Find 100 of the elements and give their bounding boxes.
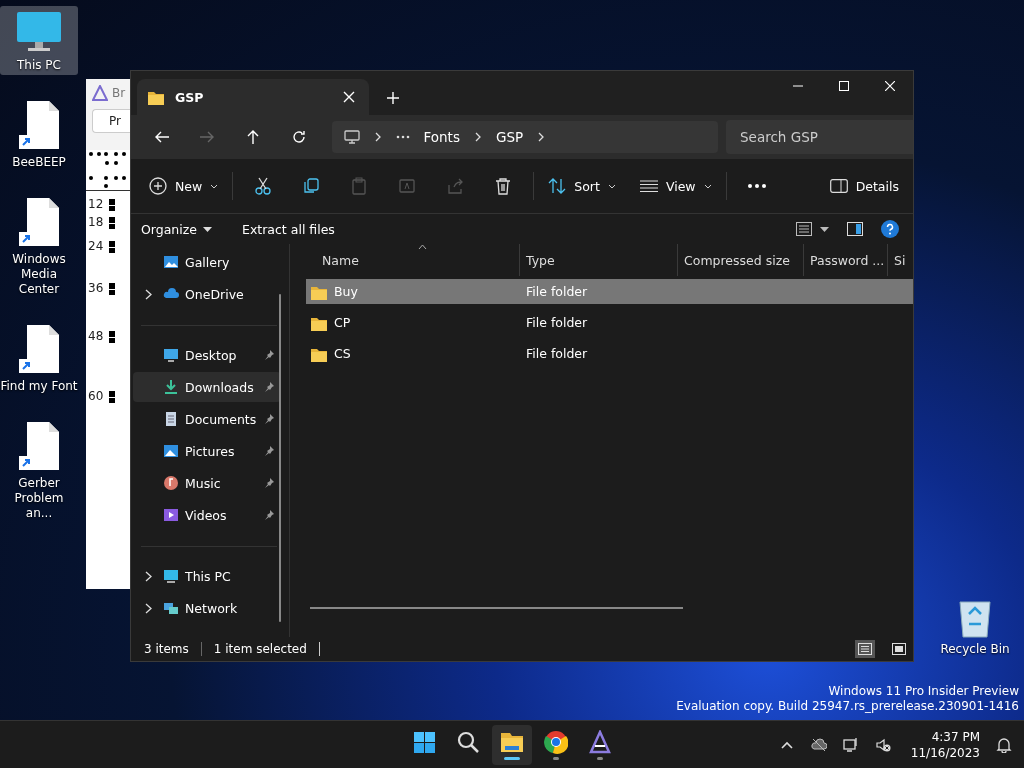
sidebar-item[interactable]: Gallery	[133, 247, 281, 277]
details-pane-icon	[829, 179, 848, 193]
print-button[interactable]: Pr	[92, 109, 130, 133]
plus-circle-icon	[149, 177, 167, 195]
file-type: File folder	[525, 315, 589, 330]
command-button[interactable]: Organize	[141, 221, 212, 237]
details-button[interactable]: Details	[825, 168, 903, 204]
details-layout-button[interactable]	[855, 640, 875, 658]
sidebar-item[interactable]: Documents	[133, 404, 281, 434]
clock-time: 4:37 PM	[931, 728, 980, 745]
monitor-icon	[842, 736, 859, 753]
sidebar-item[interactable]: Videos	[133, 500, 281, 530]
list-view-icon	[858, 643, 872, 655]
share-icon	[446, 177, 465, 195]
taskbar-app-button[interactable]	[492, 724, 532, 765]
new-button[interactable]: New	[141, 168, 227, 204]
search-field[interactable]: Search GSP	[726, 120, 913, 154]
row-number: 24	[88, 239, 104, 253]
speaker-muted-icon	[874, 736, 891, 753]
file-type: File folder	[525, 284, 589, 299]
sidebar-item[interactable]: Network	[133, 593, 281, 623]
monitor-icon	[15, 10, 63, 54]
breadcrumb-item[interactable]: Fonts	[423, 129, 460, 145]
download-arrow-icon	[163, 379, 179, 395]
column-header[interactable]: Name	[306, 244, 520, 276]
network-icon	[163, 600, 179, 616]
monitor-icon	[343, 129, 360, 145]
browser-logo-icon	[544, 729, 568, 754]
selection-count: 1 item selected	[213, 642, 307, 656]
preview-pane-button[interactable]	[847, 222, 863, 236]
evaluation-notice: Windows 11 Pro Insider Preview	[828, 684, 1019, 699]
chevron-right-icon[interactable]	[144, 602, 152, 614]
icon-label: This PC	[17, 58, 61, 73]
bell-icon	[996, 736, 1012, 753]
cloud-off-icon	[810, 736, 827, 753]
window-title: Br	[112, 86, 126, 100]
row-number: 60	[88, 389, 104, 403]
preview-pane-icon	[847, 222, 863, 236]
scrollbar-thumb[interactable]	[279, 294, 281, 622]
forward-arrow-icon	[199, 129, 216, 145]
desktop-icon[interactable]: Recycle Bin	[938, 596, 1012, 656]
column-header[interactable]: Compressed size	[678, 244, 804, 276]
sidebar-item[interactable]: OneDrive	[133, 279, 281, 309]
sidebar-item[interactable]: This PC	[133, 561, 281, 591]
row-number: 12	[88, 197, 104, 211]
sort-caret-icon	[418, 244, 427, 249]
close-icon	[343, 91, 355, 103]
tiles-view-icon	[892, 643, 906, 655]
desktop-icon[interactable]: Windows Media Center	[0, 192, 78, 299]
chevron-right-icon	[537, 132, 546, 142]
folder-tab[interactable]: GSP	[137, 79, 369, 115]
monitor-icon	[163, 347, 179, 363]
refresh-icon	[290, 129, 307, 145]
sidebar-item[interactable]: Music	[133, 468, 281, 498]
copy-icon	[302, 177, 321, 195]
plus-icon	[387, 92, 399, 104]
desktop-icon[interactable]: Find my Font	[0, 319, 78, 396]
rename-icon	[398, 177, 417, 195]
column-header[interactable]: Type	[520, 244, 678, 276]
column-header[interactable]: Password ...	[804, 244, 888, 276]
desktop-icon[interactable]: BeeBEEP	[0, 95, 78, 172]
item-count: 3 items	[144, 642, 189, 656]
chevron-right-icon[interactable]	[144, 570, 152, 582]
file-row[interactable]: CP File folder	[306, 310, 913, 335]
column-header[interactable]: Si	[888, 244, 908, 276]
help-icon	[881, 220, 899, 238]
icon-label: Recycle Bin	[940, 642, 1010, 656]
breadcrumb-item[interactable]: GSP	[495, 129, 524, 145]
sidebar-item[interactable]: Pictures	[133, 436, 281, 466]
app-logo-icon	[92, 85, 108, 101]
chevron-right-icon[interactable]	[144, 288, 152, 300]
close-icon	[885, 81, 895, 91]
sort-button[interactable]: Sort	[540, 168, 624, 204]
command-button[interactable]: Extract all files	[242, 221, 335, 237]
file-name: CP	[334, 315, 351, 330]
view-button[interactable]: View	[631, 168, 720, 204]
desktop-icon[interactable]: This PC	[0, 6, 78, 75]
windows-logo-icon	[412, 729, 436, 754]
icon-label: BeeBEEP	[12, 155, 66, 170]
file-name: CS	[334, 346, 351, 361]
file-row[interactable]: CS File folder	[306, 341, 913, 366]
details-view-button[interactable]	[796, 222, 829, 236]
file-row[interactable]: Buy File folder	[306, 279, 913, 304]
maximize-icon	[839, 81, 849, 91]
caret-down-icon	[820, 226, 829, 232]
triangle-logo-icon	[588, 729, 612, 754]
help-button[interactable]	[881, 220, 899, 238]
caret-down-icon	[703, 183, 712, 189]
ellipsis-icon	[747, 184, 766, 188]
thumbnail-layout-button[interactable]	[889, 640, 909, 658]
back-arrow-icon	[153, 129, 170, 145]
horizontal-scrollbar-thumb[interactable]	[310, 607, 683, 609]
address-bar[interactable]: Fonts GSP	[331, 121, 718, 153]
sidebar-item[interactable]: Desktop	[133, 340, 281, 370]
desktop-icon[interactable]: Gerber Problem an...	[0, 416, 78, 523]
trash-icon	[494, 177, 513, 195]
icon-label: Windows Media Center	[11, 252, 67, 297]
sidebar-item[interactable]: Downloads	[133, 372, 281, 402]
icon-label: Gerber Problem an...	[13, 476, 65, 521]
clock[interactable]: 4:37 PM 11/16/2023	[910, 728, 980, 761]
